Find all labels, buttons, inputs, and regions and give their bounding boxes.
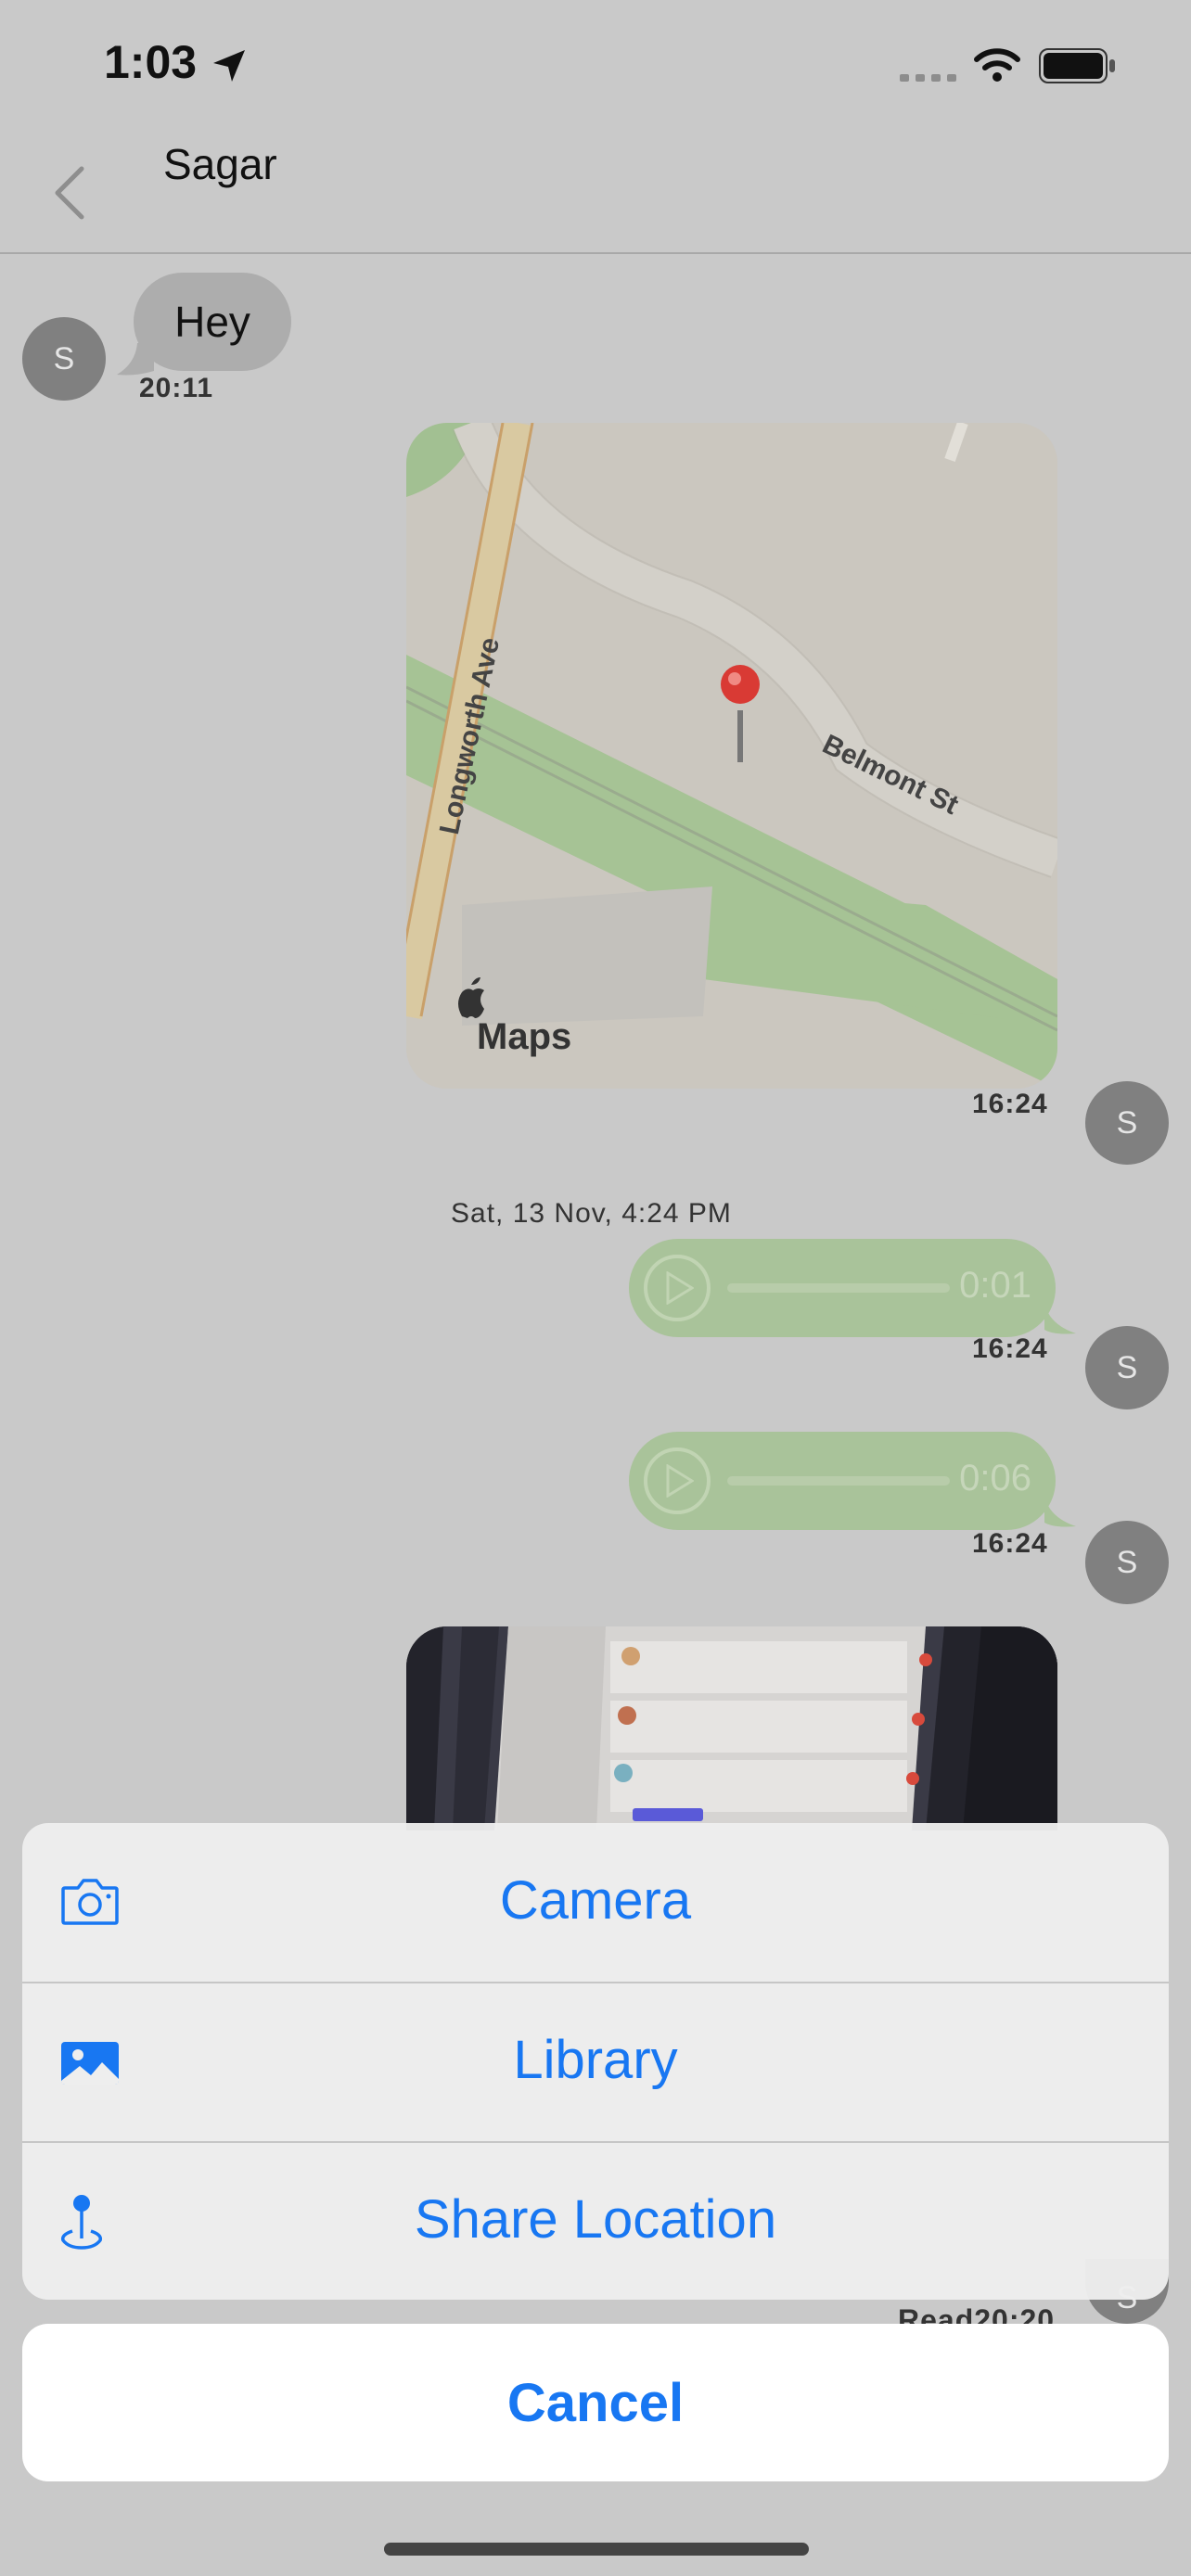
chat-title: Sagar	[163, 140, 277, 188]
map-location-message[interactable]: Longworth Ave Belmont St Maps	[406, 423, 1057, 1089]
camera-label: Camera	[499, 1870, 692, 1931]
action-sheet: Camera Library Share Location	[22, 1823, 1169, 2300]
audio-progress-bar[interactable]	[727, 1476, 950, 1486]
audio-duration: 0:01	[959, 1265, 1031, 1306]
cellular-signal-icon	[900, 74, 956, 82]
share-location-option[interactable]: Share Location	[22, 2142, 1169, 2300]
play-icon	[666, 1271, 694, 1305]
status-time: 1:03	[104, 36, 198, 88]
photo-image	[406, 1626, 1057, 1830]
play-button[interactable]	[644, 1447, 711, 1514]
bubble-tail-icon	[1044, 1495, 1076, 1527]
avatar: S	[22, 317, 106, 401]
message-time: 16:24	[972, 1333, 1048, 1364]
audio-duration: 0:06	[959, 1458, 1031, 1498]
map-image	[406, 423, 1057, 1089]
location-arrow-icon	[213, 50, 245, 82]
incoming-message-bubble[interactable]: Hey	[134, 273, 291, 371]
message-time: 16:24	[972, 1528, 1048, 1559]
avatar: S	[1085, 1326, 1169, 1409]
message-time: 20:11	[139, 373, 214, 403]
library-label: Library	[513, 2030, 678, 2090]
voice-message-bubble[interactable]: 0:01	[629, 1239, 1056, 1337]
message-time: 16:24	[972, 1089, 1048, 1119]
back-chevron-icon[interactable]	[52, 165, 89, 221]
avatar: S	[1085, 1081, 1169, 1165]
share-location-label: Share Location	[414, 2189, 777, 2250]
library-option[interactable]: Library	[22, 1983, 1169, 2141]
bubble-tail-icon	[1044, 1302, 1076, 1334]
home-indicator	[384, 2543, 809, 2556]
date-separator: Sat, 13 Nov, 4:24 PM	[451, 1198, 732, 1229]
voice-message-bubble[interactable]: 0:06	[629, 1432, 1056, 1530]
battery-icon	[1039, 48, 1115, 83]
camera-option[interactable]: Camera	[22, 1823, 1169, 1982]
avatar: S	[1085, 1521, 1169, 1604]
play-icon	[666, 1464, 694, 1498]
photo-message[interactable]	[406, 1626, 1057, 1830]
cancel-button[interactable]: Cancel	[22, 2324, 1169, 2481]
play-button[interactable]	[644, 1255, 711, 1321]
audio-progress-bar[interactable]	[727, 1283, 950, 1293]
maps-brand-label: Maps	[477, 1016, 572, 1057]
wifi-icon	[974, 48, 1020, 82]
nav-divider	[0, 252, 1191, 254]
bubble-tail-icon	[117, 343, 154, 376]
